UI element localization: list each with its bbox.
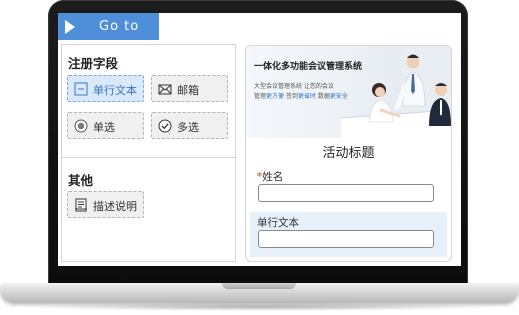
name-input[interactable] [258,184,434,202]
banner-slogan: 管理更方便 签到更省时 数据更安全 [254,93,348,100]
goto-label: Go to [99,19,140,34]
laptop-notch [222,283,296,289]
description-button[interactable]: 描述说明 [67,191,144,218]
name-field-label: *姓名 [257,171,284,183]
field-palette: 注册字段 单行文本 邮箱 单选 多选 其他 描述说明 [61,44,236,262]
email-button[interactable]: 邮箱 [151,75,228,102]
single-choice-label: 单选 [93,121,115,134]
laptop-shadow [20,303,499,311]
text-line-icon [74,82,88,96]
email-label: 邮箱 [177,84,199,97]
radio-icon [74,119,88,133]
app-screen: Go to 注册字段 单行文本 邮箱 单选 多选 其他 描述说明 一体化多功能会… [58,13,461,266]
business-people-illustration [341,46,451,138]
description-label: 描述说明 [93,200,137,213]
envelope-icon [158,82,172,96]
multiple-choice-label: 多选 [177,121,199,134]
single-line-text-input[interactable] [258,230,434,248]
banner-image: 一体化多功能会议管理系统 大型会议管理系统 让您的会议 管理更方便 签到更省时 … [246,46,451,138]
section-divider [62,157,235,158]
play-arrow-icon [65,20,75,34]
single-line-text-field-label: 单行文本 [257,217,299,229]
single-line-text-label: 单行文本 [93,84,137,97]
single-choice-button[interactable]: 单选 [67,112,144,139]
registration-fields-title: 注册字段 [68,56,119,71]
goto-button[interactable]: Go to [58,13,159,40]
checkbox-circle-icon [158,119,172,133]
form-title: 活动标题 [322,146,375,161]
multiple-choice-button[interactable]: 多选 [151,112,228,139]
other-fields-title: 其他 [68,173,94,188]
single-line-text-button[interactable]: 单行文本 [67,75,144,102]
banner-subtitle: 大型会议管理系统 让您的会议 [254,83,334,90]
form-preview: 一体化多功能会议管理系统 大型会议管理系统 让您的会议 管理更方便 签到更省时 … [245,45,452,262]
document-lines-icon [74,198,88,212]
